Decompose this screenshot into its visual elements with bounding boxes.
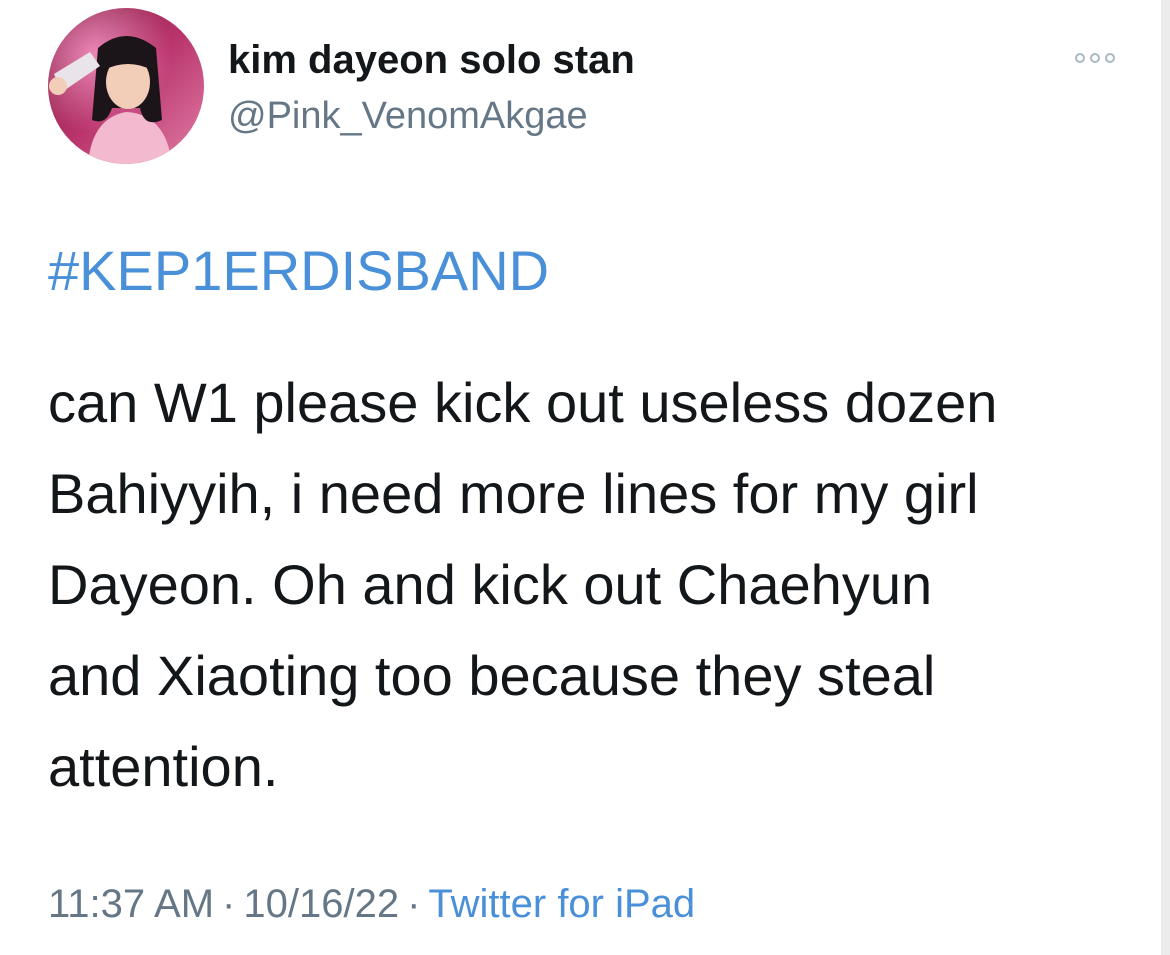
tweet-body: can W1 please kick out useless dozen Bah… xyxy=(48,357,1128,812)
more-horizontal-icon xyxy=(1075,53,1115,63)
metadata-separator: · xyxy=(222,882,236,926)
tweet-body-line: Bahiyyih, i need more lines for my girl xyxy=(48,462,979,525)
more-options-button[interactable] xyxy=(1066,46,1124,70)
tweet-metadata: 11:37 AM · 10/16/22 · Twitter for iPad xyxy=(48,882,695,927)
author-handle[interactable]: @Pink_VenomAkgae xyxy=(228,95,588,138)
tweet-body-line: and Xiaoting too because they steal xyxy=(48,644,936,707)
metadata-separator: · xyxy=(407,882,421,926)
tweet-time[interactable]: 11:37 AM xyxy=(48,882,214,926)
tweet-body-line: attention. xyxy=(48,735,279,798)
tweet-body-line: can W1 please kick out useless dozen xyxy=(48,371,998,434)
right-edge-strip xyxy=(1161,0,1170,955)
avatar[interactable] xyxy=(48,8,204,164)
author-display-name[interactable]: kim dayeon solo stan xyxy=(228,38,635,83)
tweet-date[interactable]: 10/16/22 xyxy=(243,882,399,926)
tweet-source-link[interactable]: Twitter for iPad xyxy=(428,882,695,926)
avatar-photo xyxy=(48,8,204,164)
tweet-body-line: Dayeon. Oh and kick out Chaehyun xyxy=(48,553,933,616)
hashtag-link[interactable]: #KEP1ERDISBAND xyxy=(48,238,549,303)
